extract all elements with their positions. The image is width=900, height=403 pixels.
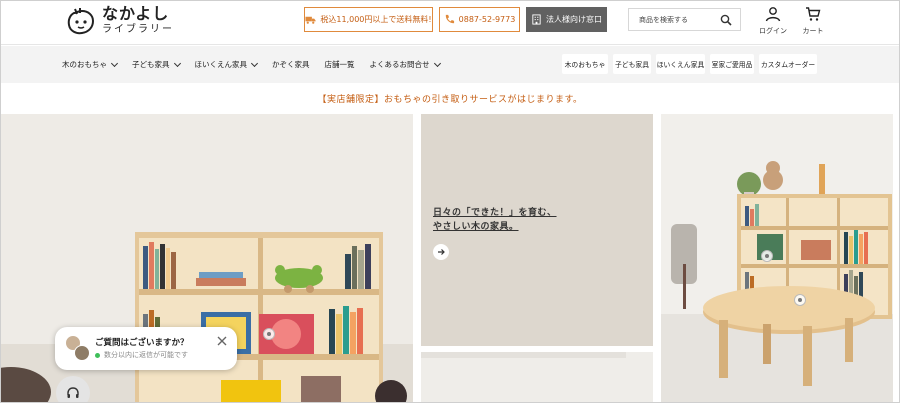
- quick-category-chips: 木のおもちゃ 子ども家具 ほいくえん家具 室家ご愛用品 カスタムオーダー: [562, 54, 822, 74]
- nav-item-nursery-furniture[interactable]: ほいくえん家具: [194, 59, 259, 70]
- chevron-down-icon: [110, 59, 119, 67]
- nav-item-store-list[interactable]: 店舗一覧: [325, 59, 355, 70]
- arrow-right-icon: [438, 249, 445, 255]
- truck-icon: [305, 16, 316, 24]
- nav-item-kids-furniture[interactable]: 子ども家具: [132, 59, 181, 70]
- hero-feature-line-1: 日々の「できた！」を育む、: [433, 208, 557, 218]
- support-avatars: [65, 335, 91, 361]
- hero-image-round-table[interactable]: [661, 114, 893, 403]
- login-label: ログイン: [759, 27, 787, 35]
- secondary-photo: [421, 352, 653, 403]
- chip-household-items[interactable]: 室家ご愛用品: [710, 54, 754, 74]
- hero-feature-card[interactable]: 日々の「できた！」を育む、 やさしい木の家具。: [421, 114, 653, 346]
- logo-sub-text: ライブラリー: [102, 24, 174, 35]
- cart-button[interactable]: カート: [796, 6, 830, 36]
- nav-item-family-furniture[interactable]: かぞく家具: [272, 59, 310, 70]
- user-icon: [765, 7, 781, 22]
- nav-item-faq[interactable]: よくあるお問合せ: [369, 59, 441, 70]
- nav-item-label: 木のおもちゃ: [62, 60, 107, 69]
- phone-icon: [445, 14, 454, 24]
- product-hotspot[interactable]: [794, 294, 806, 306]
- logo-main-text: なかよし: [102, 4, 170, 23]
- nav-item-label: かぞく家具: [272, 60, 310, 69]
- hero-feature-line-2: やさしい木の家具。: [433, 222, 519, 232]
- phone-button[interactable]: 0887-52-9773: [439, 7, 520, 32]
- chat-title: ご質問はございますか？: [95, 338, 189, 348]
- corporate-inquiry-button[interactable]: 法人様向け窓口: [526, 7, 607, 32]
- announcement-banner[interactable]: 【実店舗限定】おもちゃの引き取りサービスがはじまります。: [0, 92, 900, 105]
- search-input[interactable]: 商品を検索する: [639, 15, 720, 25]
- chat-prompt-popup[interactable]: ご質問はございますか？ 数分以内に返信が可能です: [55, 327, 237, 370]
- chevron-down-icon: [173, 59, 181, 67]
- category-menu: 木のおもちゃ 子ども家具 ほいくえん家具 かぞく家具 店舗一覧 よくあるお問合せ: [62, 46, 455, 83]
- free-shipping-label: 税込11,000円以上で送料無料!: [320, 15, 432, 24]
- free-shipping-button[interactable]: 税込11,000円以上で送料無料!: [304, 7, 433, 32]
- chip-nursery-furniture[interactable]: ほいくえん家具: [656, 54, 705, 74]
- hero-feature-heading[interactable]: 日々の「できた！」を育む、 やさしい木の家具。: [433, 206, 557, 234]
- chevron-down-icon: [250, 59, 259, 67]
- chat-status: 数分以内に返信が可能です: [95, 350, 188, 360]
- chat-launcher-button[interactable]: [56, 376, 90, 403]
- corporate-inquiry-label: 法人様向け窓口: [546, 15, 602, 24]
- nav-item-wooden-toys[interactable]: 木のおもちゃ: [62, 59, 119, 70]
- product-hotspot[interactable]: [761, 250, 773, 262]
- search-icon[interactable]: [720, 14, 732, 26]
- site-header: なかよし ライブラリー 税込11,000円以上で送料無料! 0887-52-97…: [0, 0, 900, 45]
- nav-item-label: ほいくえん家具: [194, 60, 248, 69]
- cart-icon: [806, 7, 821, 21]
- nav-item-label: 店舗一覧: [324, 60, 355, 69]
- phone-number: 0887-52-9773: [458, 15, 516, 24]
- chip-kids-furniture[interactable]: 子ども家具: [613, 54, 651, 74]
- hero-feature-arrow-button[interactable]: [433, 244, 449, 260]
- headset-icon: [67, 387, 79, 398]
- cart-label: カート: [802, 27, 824, 35]
- chip-wooden-toys[interactable]: 木のおもちゃ: [562, 54, 608, 74]
- nav-item-label: 子ども家具: [132, 60, 170, 69]
- main-navigation: 木のおもちゃ 子ども家具 ほいくえん家具 かぞく家具 店舗一覧 よくあるお問合せ…: [0, 46, 900, 83]
- chevron-down-icon: [433, 59, 441, 67]
- logo-mark-icon: [67, 7, 95, 34]
- search-box[interactable]: 商品を検索する: [628, 8, 741, 31]
- chip-custom-order[interactable]: カスタムオーダー: [759, 54, 817, 74]
- online-status-dot: [95, 352, 100, 358]
- hero-image-secondary[interactable]: [421, 352, 653, 403]
- site-logo[interactable]: なかよし ライブラリー: [66, 6, 174, 35]
- chat-status-text: 数分以内に返信が可能です: [104, 351, 188, 359]
- building-icon: [532, 14, 541, 25]
- close-icon[interactable]: [217, 336, 227, 346]
- login-button[interactable]: ログイン: [756, 6, 790, 36]
- nav-item-label: よくあるお問合せ: [369, 60, 430, 69]
- avatar: [74, 345, 90, 361]
- product-hotspot[interactable]: [263, 328, 275, 340]
- round-table-photo: [661, 114, 893, 403]
